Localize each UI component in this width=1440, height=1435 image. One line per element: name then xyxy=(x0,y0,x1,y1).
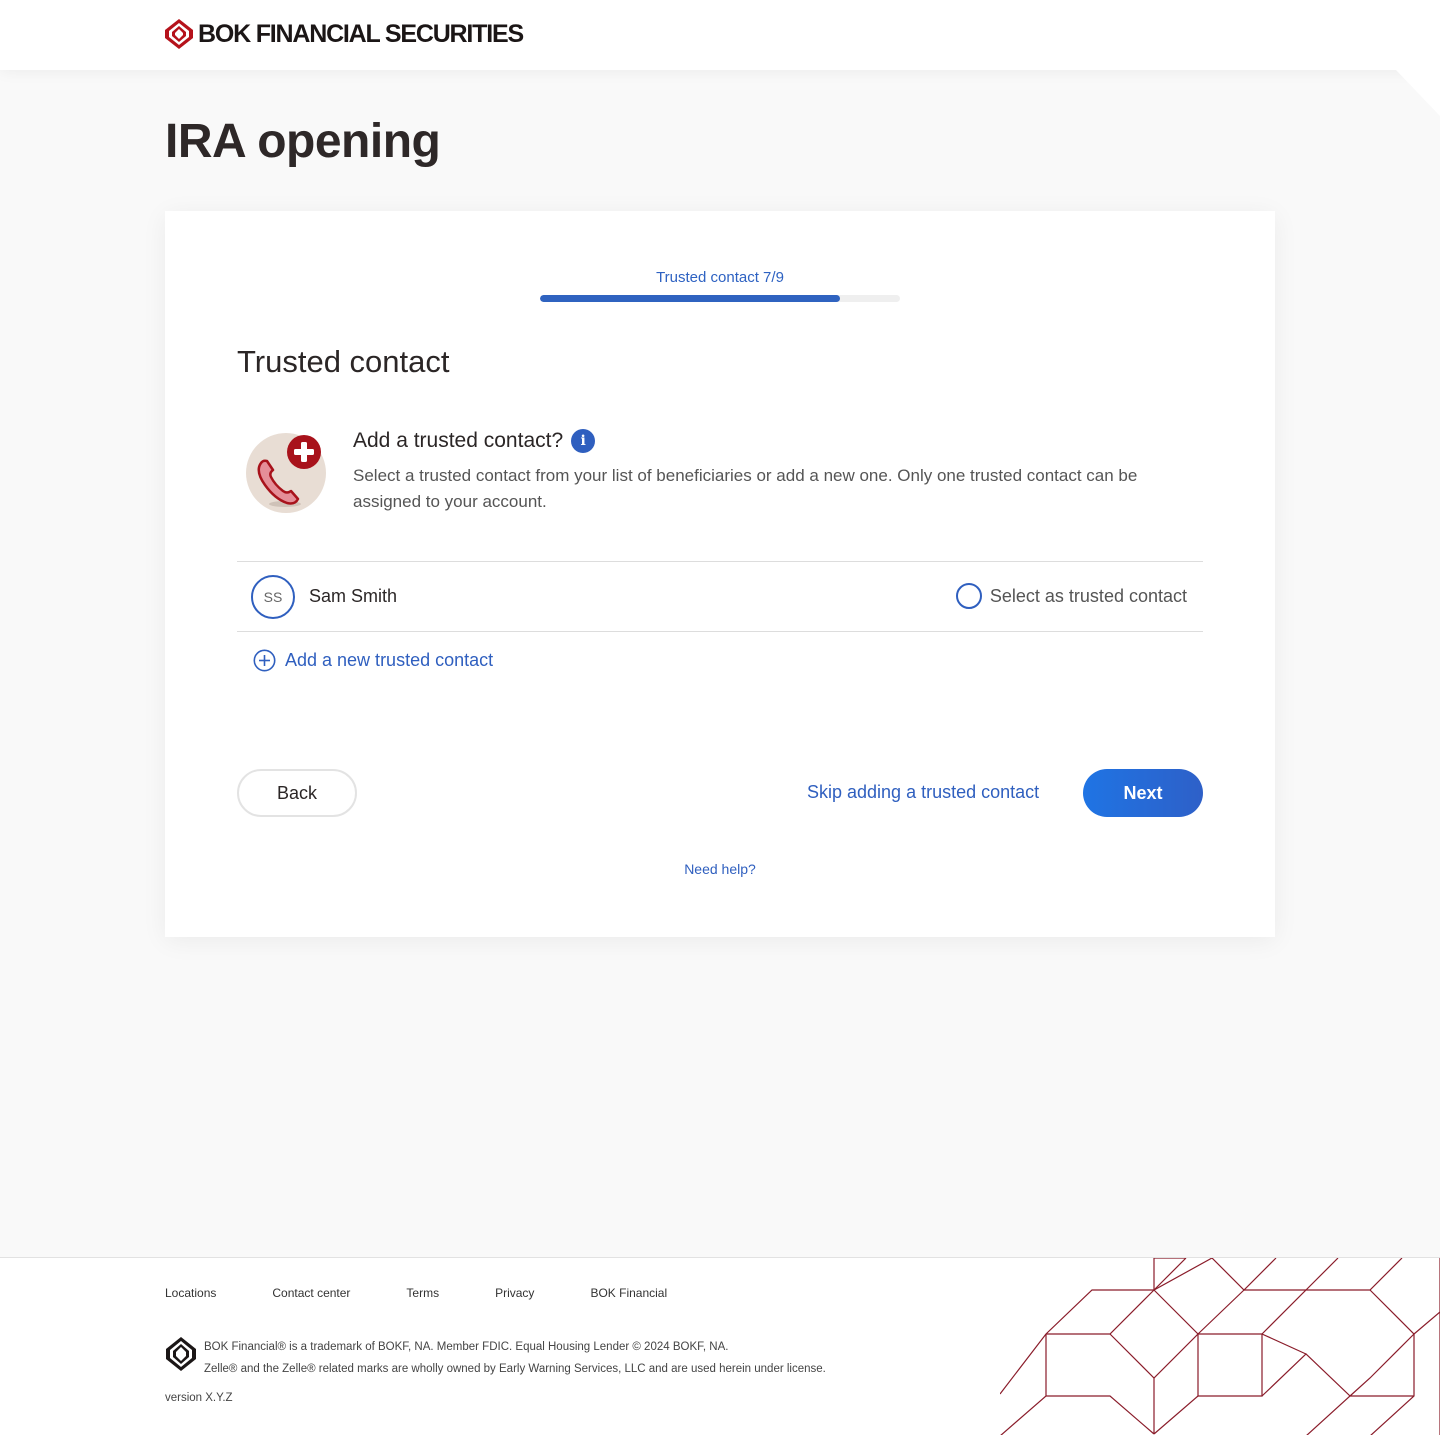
radio-button[interactable] xyxy=(955,583,982,609)
brand-logo[interactable]: BOK FINANCIAL SECURITIES xyxy=(164,18,524,50)
site-footer: Locations Contact center Terms Privacy B… xyxy=(0,1257,1440,1435)
next-button[interactable]: Next xyxy=(1083,769,1203,817)
back-button[interactable]: Back xyxy=(237,769,357,817)
footer-nav: Locations Contact center Terms Privacy B… xyxy=(165,1286,723,1300)
footer-link-contact-center[interactable]: Contact center xyxy=(272,1286,350,1300)
progress-fill xyxy=(540,295,840,302)
select-trusted-contact-radio[interactable]: Select as trusted contact xyxy=(955,583,1187,609)
question-text: Add a trusted contact? xyxy=(353,429,564,452)
app-version: version X.Y.Z xyxy=(165,1392,233,1404)
geometric-pattern-decoration xyxy=(1000,1258,1440,1435)
skip-trusted-contact-link[interactable]: Skip adding a trusted contact xyxy=(807,782,1039,803)
footer-link-privacy[interactable]: Privacy xyxy=(495,1286,534,1300)
section-title: Trusted contact xyxy=(237,344,450,379)
footer-link-bok-financial[interactable]: BOK Financial xyxy=(590,1286,667,1300)
contact-row: SS Sam Smith Select as trusted contact xyxy=(237,561,1203,632)
legal-line-zelle: Zelle® and the Zelle® related marks are … xyxy=(204,1363,826,1375)
need-help-link[interactable]: Need help? xyxy=(165,861,1275,877)
step-card: Trusted contact 7/9 Trusted contact Add … xyxy=(165,211,1275,937)
add-new-trusted-contact-label[interactable]: Add a new trusted contact xyxy=(285,650,493,671)
bok-footer-logo-icon xyxy=(166,1337,196,1371)
plus-circle-icon[interactable] xyxy=(253,649,276,672)
trusted-contact-question: Add a trusted contact? i xyxy=(353,429,596,453)
footer-link-terms[interactable]: Terms xyxy=(406,1286,439,1300)
info-icon[interactable]: i xyxy=(571,429,596,453)
corner-fold-decoration xyxy=(1396,70,1440,116)
section-description: Select a trusted contact from your list … xyxy=(353,466,1138,511)
select-trusted-contact-label[interactable]: Select as trusted contact xyxy=(990,586,1187,607)
phone-add-icon xyxy=(246,433,326,513)
bok-logo-icon xyxy=(165,19,193,49)
progress-label: Trusted contact 7/9 xyxy=(656,269,784,286)
avatar: SS xyxy=(251,575,295,619)
brand-name: BOK FINANCIAL SECURITIES xyxy=(198,19,524,48)
site-header: BOK FINANCIAL SECURITIES xyxy=(0,0,1440,70)
progress-bar xyxy=(540,295,900,302)
legal-line-trademark: BOK Financial® is a trademark of BOKF, N… xyxy=(204,1341,729,1353)
page-title: IRA opening xyxy=(165,115,441,168)
footer-legal-text: BOK Financial® is a trademark of BOKF, N… xyxy=(204,1336,826,1380)
add-new-trusted-contact-link[interactable]: Add a new trusted contact xyxy=(253,649,493,672)
footer-link-locations[interactable]: Locations xyxy=(165,1286,216,1300)
contact-name: Sam Smith xyxy=(309,586,398,606)
